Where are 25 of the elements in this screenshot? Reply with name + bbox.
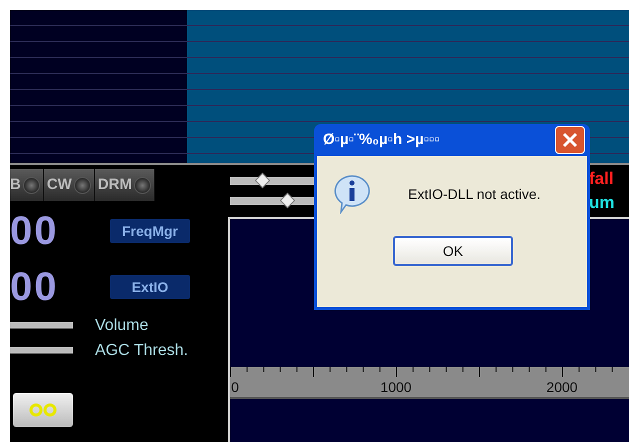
scale-label: 0: [231, 380, 239, 394]
ok-button[interactable]: OK: [393, 236, 513, 266]
dialog-message: ExtIO-DLL not active.: [408, 184, 541, 204]
status-label: um: [589, 193, 616, 213]
led-icon: [74, 176, 91, 194]
mode-button[interactable]: DRM: [94, 169, 156, 201]
frequency-digits: 00: [10, 267, 60, 307]
info-icon: [333, 174, 371, 214]
close-button[interactable]: [555, 126, 585, 154]
menu-button[interactable]: ExtIO: [110, 275, 190, 299]
scale-label: 2000: [546, 380, 578, 394]
mode-button[interactable]: CW: [44, 169, 95, 201]
led-icon: [134, 176, 152, 194]
slider-label: AGC Thresh.: [95, 340, 188, 360]
slider-track[interactable]: [10, 347, 73, 354]
slider-track[interactable]: [10, 322, 73, 329]
scale-label: 1000: [380, 380, 412, 394]
close-icon: [562, 132, 578, 148]
mode-button[interactable]: B: [10, 169, 44, 201]
frequency-digits: 00: [10, 211, 60, 251]
menu-button[interactable]: FreqMgr: [110, 219, 190, 243]
dialog-title: Ø▫µ▫¨%₀µ▫h >µ▫▫▫: [323, 130, 440, 150]
led-icon: [22, 176, 40, 194]
status-label: fall: [589, 169, 615, 189]
slider-label: Volume: [95, 316, 148, 336]
